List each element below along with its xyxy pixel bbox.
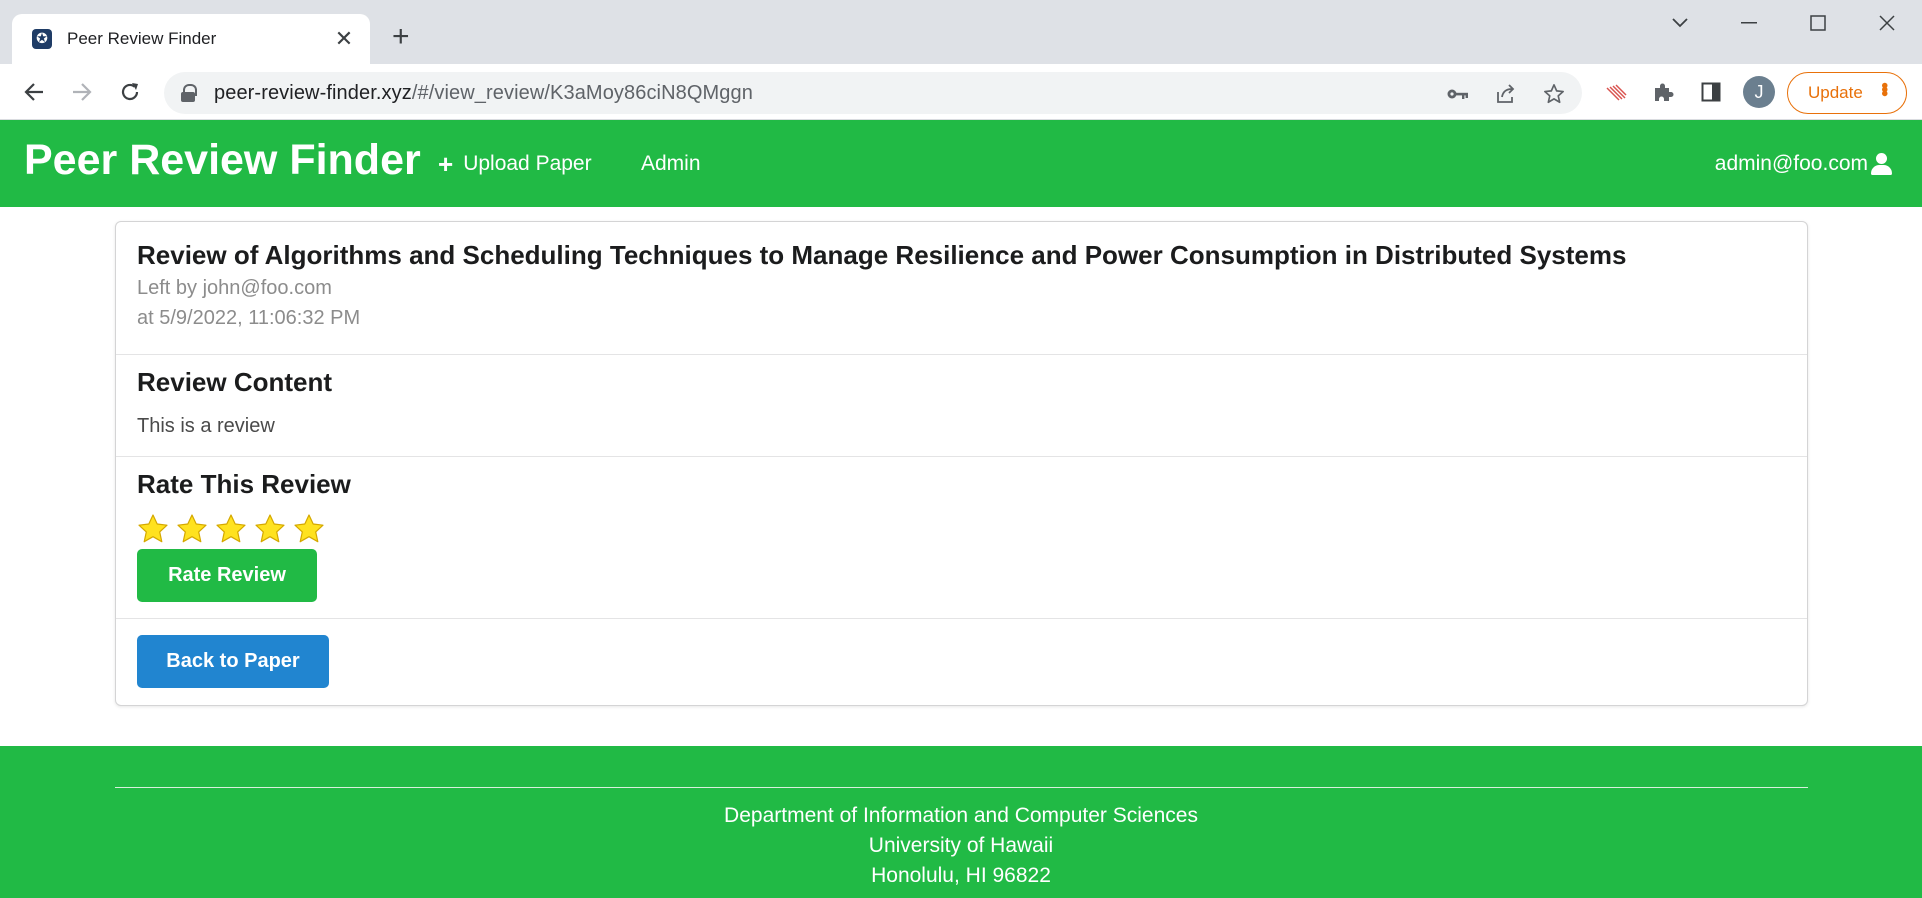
star-icon[interactable] xyxy=(293,513,325,545)
extension-logo-icon[interactable] xyxy=(1601,77,1631,107)
back-arrow-icon[interactable] xyxy=(16,74,52,110)
review-card: Review of Algorithms and Scheduling Tech… xyxy=(115,221,1808,706)
plus-icon: + xyxy=(438,149,454,179)
review-content-text: This is a review xyxy=(137,415,275,437)
lock-icon xyxy=(180,84,197,102)
review-title: Review of Algorithms and Scheduling Tech… xyxy=(137,240,1627,270)
rate-review-section: Rate This Review Rate Review xyxy=(116,456,1807,618)
bookmark-star-icon[interactable] xyxy=(1540,80,1568,108)
back-section: Back to Paper xyxy=(116,618,1807,705)
key-icon[interactable] xyxy=(1444,80,1472,108)
browser-tabstrip: ✪ Peer Review Finder ✕ + xyxy=(0,0,1922,64)
user-menu[interactable]: admin@foo.com xyxy=(1715,152,1892,176)
reload-icon[interactable] xyxy=(112,74,148,110)
star-icon[interactable] xyxy=(215,513,247,545)
star-icon[interactable] xyxy=(176,513,208,545)
footer-address: Honolulu, HI 96822 xyxy=(871,864,1051,887)
profile-avatar[interactable]: J xyxy=(1743,76,1775,108)
review-content-heading: Review Content xyxy=(137,367,333,397)
brand-link[interactable]: Peer Review Finder xyxy=(24,136,421,185)
kebab-menu-icon[interactable]: ••• xyxy=(1873,82,1895,94)
footer-university: University of Hawaii xyxy=(868,834,1054,857)
side-panel-icon[interactable] xyxy=(1696,77,1726,107)
browser-toolbar: peer-review-finder.xyz/#/view_review/K3a… xyxy=(0,64,1922,120)
tab-search-icon[interactable] xyxy=(1660,8,1700,38)
new-tab-button[interactable]: + xyxy=(392,22,410,52)
rate-review-heading: Rate This Review xyxy=(137,469,351,499)
page-footer: Department of Information and Computer S… xyxy=(0,746,1922,898)
review-content-section: Review Content This is a review xyxy=(116,354,1807,456)
user-email: admin@foo.com xyxy=(1714,152,1868,175)
upload-paper-link[interactable]: + Upload Paper xyxy=(438,149,592,179)
close-tab-icon[interactable]: ✕ xyxy=(332,26,356,52)
footer-divider xyxy=(115,787,1808,788)
star-icon[interactable] xyxy=(137,513,169,545)
share-icon[interactable] xyxy=(1492,80,1520,108)
footer-department: Department of Information and Computer S… xyxy=(724,804,1198,827)
minimize-button[interactable] xyxy=(1729,8,1769,38)
maximize-button[interactable] xyxy=(1798,8,1838,38)
admin-link[interactable]: Admin xyxy=(641,152,701,176)
browser-tab[interactable]: ✪ Peer Review Finder ✕ xyxy=(12,14,370,64)
address-bar[interactable]: peer-review-finder.xyz/#/view_review/K3a… xyxy=(164,72,1582,114)
review-author: Left by john@foo.com xyxy=(137,277,332,299)
star-rating[interactable] xyxy=(137,513,325,545)
rate-review-button[interactable]: Rate Review xyxy=(137,549,317,602)
puzzle-extensions-icon[interactable] xyxy=(1648,77,1678,107)
tab-title: Peer Review Finder xyxy=(67,29,217,48)
close-window-button[interactable] xyxy=(1867,8,1907,38)
update-button[interactable]: Update ••• xyxy=(1787,72,1907,114)
url-text: peer-review-finder.xyz/#/view_review/K3a… xyxy=(214,81,753,104)
forward-arrow-icon[interactable] xyxy=(64,74,100,110)
back-to-paper-button[interactable]: Back to Paper xyxy=(137,635,329,688)
user-icon xyxy=(1870,153,1892,175)
app-navbar: Peer Review Finder + Upload Paper Admin … xyxy=(0,120,1922,207)
favicon-icon: ✪ xyxy=(32,29,52,49)
star-icon[interactable] xyxy=(254,513,286,545)
review-timestamp: at 5/9/2022, 11:06:32 PM xyxy=(137,307,361,329)
